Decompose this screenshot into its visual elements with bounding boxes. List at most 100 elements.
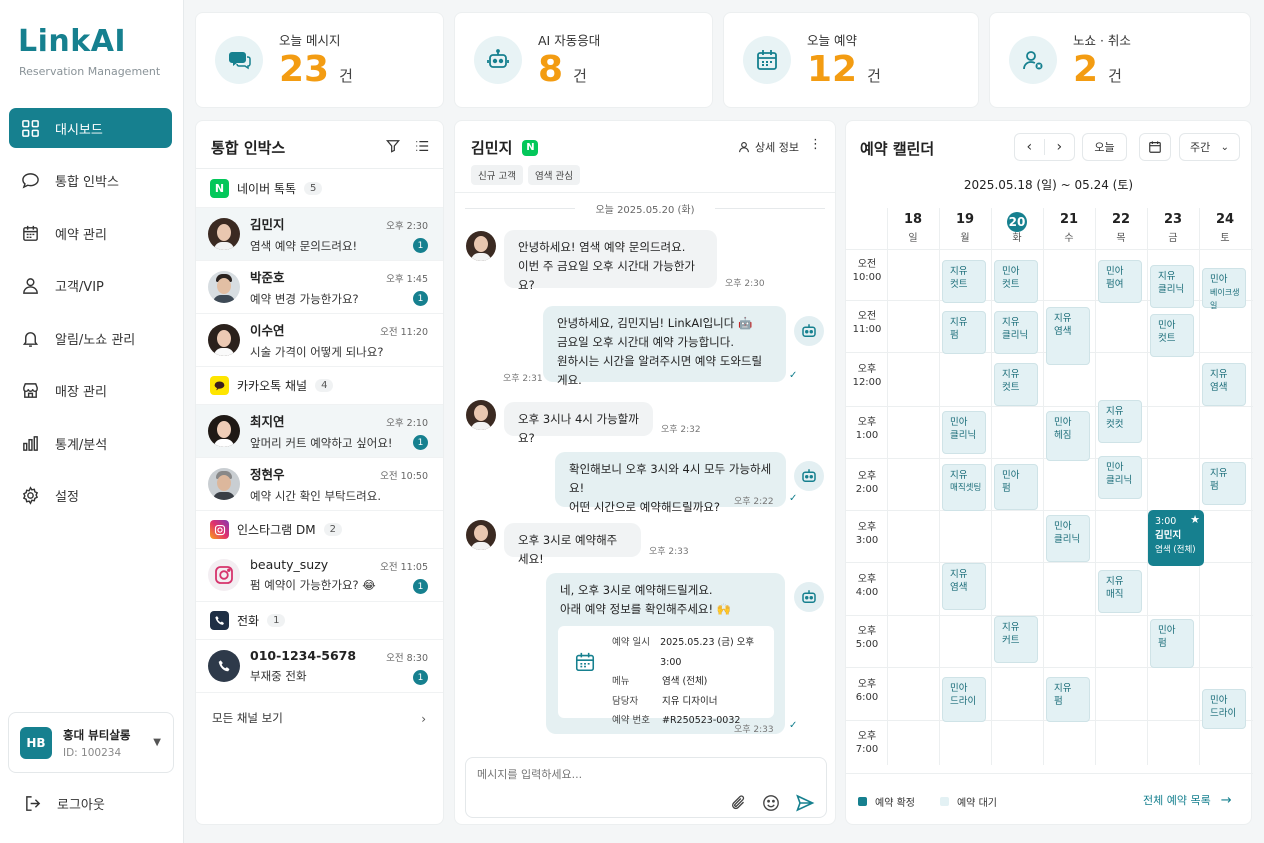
gear-icon <box>22 486 39 505</box>
conversation-time: 오전 8:30 <box>386 653 428 664</box>
conversation-item[interactable]: beauty_suzy 펌 예약이 가능한가요? 😂 오전 11:05 1 <box>196 549 443 602</box>
detail-button[interactable]: 상세 정보 <box>738 139 799 155</box>
channel-header-instagram[interactable]: 인스타그램 DM 2 <box>196 511 443 549</box>
calendar-event[interactable]: 지유 펌 <box>1202 462 1246 505</box>
paperclip-icon[interactable] <box>730 794 748 812</box>
reservation-value: 염색 (전체) <box>662 676 708 687</box>
day-header[interactable]: 22 목 <box>1095 212 1147 244</box>
conversation-item[interactable]: 박준호 예약 변경 가능한가요? 오후 1:45 1 <box>196 261 443 314</box>
day-header[interactable]: 21 수 <box>1043 212 1095 244</box>
avatar <box>208 271 240 303</box>
account-id: ID: 100234 <box>63 746 122 759</box>
legend-label: 예약 확정 <box>875 798 915 809</box>
week-nav: ‹ › <box>1014 133 1075 161</box>
conversation-item[interactable]: 이수연 시술 가격이 어떻게 되나요? 오전 11:20 <box>196 314 443 367</box>
sidebar-item-reservations[interactable]: 예약 관리 <box>9 213 172 253</box>
sidebar: LinkAI Reservation Management 대시보드 통합 인박… <box>0 0 184 843</box>
stat-card-messages: 오늘 메시지 23 건 <box>195 12 444 108</box>
legend-label: 예약 대기 <box>956 798 997 809</box>
all-channels-link[interactable]: 모든 채널 보기 <box>212 710 283 726</box>
channel-header-kakao[interactable]: 카카오톡 채널 4 <box>196 367 443 405</box>
filter-icon[interactable] <box>386 139 400 153</box>
calendar-event[interactable]: 지유 클리닉 <box>1150 265 1194 308</box>
chevron-right-icon[interactable]: › <box>1045 139 1074 155</box>
conversation-preview: 펌 예약이 가능한가요? 😂 <box>250 578 376 592</box>
calendar-event[interactable]: 민아 펌여 <box>1098 260 1142 303</box>
detail-label: 상세 정보 <box>755 141 799 154</box>
conversation-item[interactable]: 010-1234-5678 부재중 전화 오전 8:30 1 <box>196 640 443 693</box>
calendar-event[interactable]: 민아 클리닉 <box>1046 515 1090 562</box>
channel-count: 1 <box>267 614 286 627</box>
day-header[interactable]: 24 토 <box>1199 212 1251 244</box>
calendar-event[interactable]: 지유 커트 <box>994 616 1038 663</box>
view-select[interactable]: 주간 ⌄ <box>1179 133 1240 161</box>
chevron-left-icon[interactable]: ‹ <box>1015 139 1045 155</box>
phone-icon <box>208 650 240 682</box>
calendar-event[interactable]: 지유 컷트 <box>942 260 986 303</box>
calendar-event[interactable]: 지유 클리닉 <box>994 311 1038 354</box>
today-button[interactable]: 오늘 <box>1082 133 1127 161</box>
conversation-preview: 부재중 전화 <box>250 669 307 683</box>
more-icon[interactable]: ⋮ <box>809 137 822 152</box>
sidebar-item-store[interactable]: 매장 관리 <box>9 371 172 411</box>
account-switcher[interactable]: HB 홍대 뷰티살롱 ID: 100234 ▼ <box>8 712 174 773</box>
calendar-event[interactable]: 민아 펌 <box>994 464 1038 510</box>
calendar-event[interactable]: 민아 드라이 <box>942 677 986 722</box>
calendar-event[interactable]: 민아 헤짐 <box>1046 411 1090 461</box>
conversation-item[interactable]: 정현우 예약 시간 확인 부탁드려요. 오전 10:50 <box>196 458 443 511</box>
list-icon[interactable] <box>415 139 429 153</box>
sidebar-item-customers[interactable]: 고객/VIP <box>9 266 172 306</box>
conversation-time: 오후 2:30 <box>386 221 428 232</box>
day-header-today[interactable]: 20 화 <box>991 212 1043 244</box>
calendar-event[interactable]: 지유 염색 <box>1202 363 1246 406</box>
calendar-event[interactable]: 지유 염색 <box>942 563 986 610</box>
app-logo[interactable]: LinkAI <box>18 24 126 59</box>
calendar-event[interactable]: 지유 펌 <box>1046 677 1090 722</box>
day-header[interactable]: 23 금 <box>1147 212 1199 244</box>
day-header[interactable]: 19 월 <box>939 212 991 244</box>
instagram-icon <box>210 520 229 539</box>
all-reservations-link[interactable]: 전체 예약 목록 → <box>1143 792 1232 808</box>
grid-line <box>991 208 992 765</box>
legend-swatch-confirmed <box>858 797 867 806</box>
message-text: 오후 3시로 예약해주세요! <box>518 533 618 566</box>
calendar-event[interactable]: 지유 컷트 <box>994 363 1038 406</box>
sidebar-item-stats[interactable]: 통계/분석 <box>9 423 172 463</box>
calendar-event-highlighted[interactable]: 3:00 김민지 염색 (전체) ★ <box>1148 510 1204 566</box>
sidebar-item-alerts[interactable]: 알림/노쇼 관리 <box>9 318 172 358</box>
reservation-card[interactable]: 예약 일시 2025.05.23 (금) 오후 3:00 메뉴 염색 (전체) 담당… <box>558 626 774 726</box>
calendar-event[interactable]: 민아 클리닉 <box>1098 456 1142 499</box>
calendar-event[interactable]: 지유 펌 <box>942 311 986 354</box>
channel-header-naver[interactable]: N 네이버 톡톡 5 <box>196 170 443 208</box>
emoji-icon[interactable] <box>762 794 780 812</box>
message-text: 오후 3시나 4시 가능할까요? <box>518 412 639 445</box>
sidebar-item-dashboard[interactable]: 대시보드 <box>9 108 172 148</box>
channel-header-phone[interactable]: 전화 1 <box>196 602 443 640</box>
calendar-event[interactable]: 지유 매직 <box>1098 570 1142 613</box>
calendar-event[interactable]: 민아 컷트 <box>994 260 1038 303</box>
calendar-event[interactable]: 지유 컷컷 <box>1098 400 1142 443</box>
logout-button[interactable]: 로그아웃 <box>24 794 105 813</box>
message-time: 오후 2:22 <box>734 497 774 507</box>
conversation-item[interactable]: 김민지 염색 예약 문의드려요! 오후 2:30 1 <box>196 208 443 261</box>
calendar-event[interactable]: 민아 클리닉 <box>942 411 986 454</box>
calendar-event[interactable]: 지유 매직셋팅 <box>942 464 986 511</box>
time-label: 오전 10:00 <box>852 259 882 283</box>
calendar-event[interactable]: 지유 염색 <box>1046 307 1090 365</box>
calendar-event[interactable]: 민아 베이크생일 <box>1202 268 1246 310</box>
conversation-item[interactable]: 최지연 앞머리 커트 예약하고 싶어요! 오후 2:10 1 <box>196 405 443 458</box>
day-header[interactable]: 18 일 <box>887 212 939 244</box>
sidebar-item-settings[interactable]: 설정 <box>9 476 172 516</box>
message-input[interactable] <box>477 768 807 781</box>
message-time: 오후 2:30 <box>725 279 765 289</box>
calendar-event[interactable]: 민아 드라이 <box>1202 689 1246 729</box>
date-picker-button[interactable] <box>1139 133 1171 161</box>
stat-value: 2 <box>1073 49 1099 90</box>
calendar-event[interactable]: 민아 컷트 <box>1150 314 1194 357</box>
sidebar-item-inbox[interactable]: 통합 인박스 <box>9 161 172 201</box>
day-weekday: 수 <box>1064 233 1074 244</box>
message-time: 오후 2:32 <box>661 425 701 435</box>
day-number: 23 <box>1163 212 1183 227</box>
send-icon[interactable] <box>795 793 815 813</box>
calendar-event[interactable]: 민아 펌 <box>1150 619 1194 668</box>
